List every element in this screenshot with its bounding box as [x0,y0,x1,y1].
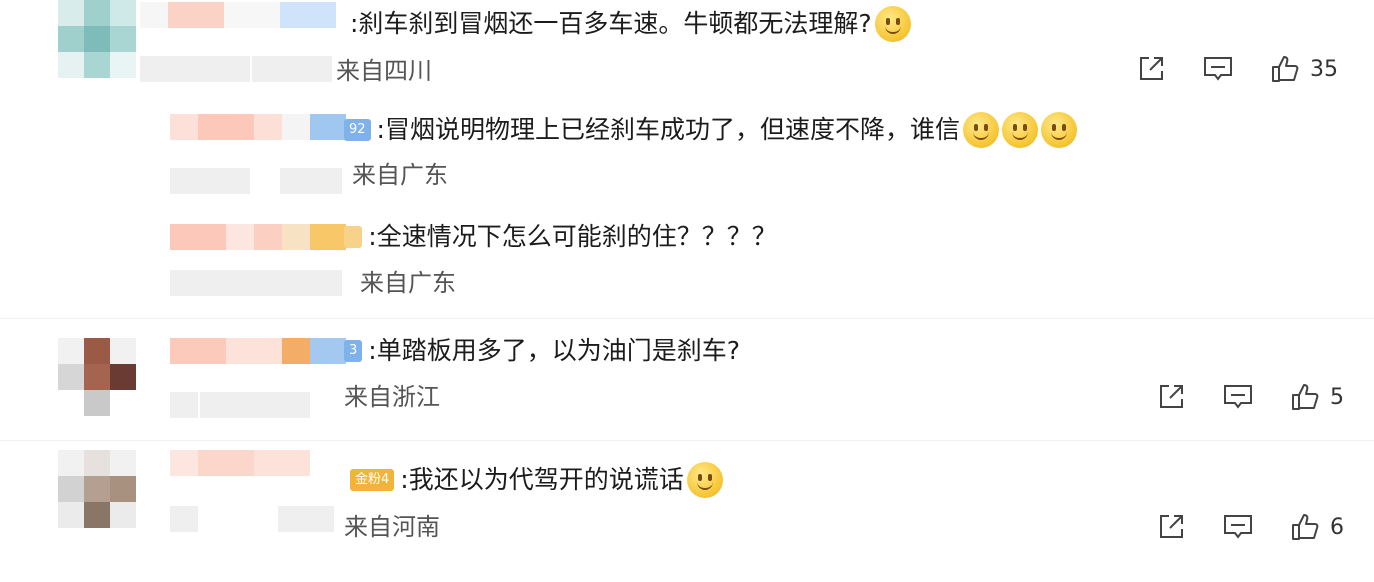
username[interactable] [170,450,310,476]
smile-emoji-icon [1040,112,1077,148]
avatar[interactable] [58,450,136,528]
comment-text: 2 :全速情况下怎么可能刹的住？？？？ [344,220,777,254]
comment-location: 来自广东 [360,269,456,297]
reply-button[interactable] [1222,382,1254,412]
comment-location: 来自河南 [344,513,440,541]
meta-blur [170,506,334,532]
meta-blur [170,392,310,418]
share-icon [1140,57,1163,80]
share-button[interactable] [1156,382,1186,412]
comment-location: 来自浙江 [344,383,440,411]
comment-text-body: :我还以为代驾开的说谎话 [400,465,684,494]
avatar[interactable] [58,338,136,416]
reply-button[interactable] [1202,54,1234,84]
comment-icon [1224,515,1252,539]
smile-emoji-icon [1001,112,1038,148]
meta-blur [170,168,342,194]
shush-emoji-icon [686,462,723,498]
like-button[interactable]: 5 [1290,382,1344,412]
smile-emoji-icon [962,112,999,148]
username[interactable] [140,2,336,28]
share-icon [1160,515,1183,538]
comment-actions: 5 [1120,382,1344,412]
like-count: 6 [1330,514,1344,540]
laughing-emoji-icon [874,6,911,42]
divider [0,440,1374,441]
username[interactable] [170,338,346,364]
comment-text: 92 :冒烟说明物理上已经刹车成功了，但速度不降，谁信 [344,112,1077,148]
comment-text-body: :单踏板用多了，以为油门是刹车? [368,336,740,365]
username[interactable] [170,114,346,140]
comment-actions: 35 [1100,54,1338,84]
username[interactable] [170,224,346,250]
comment-location: 来自四川 [336,57,432,85]
comment-text-body: :刹车刹到冒烟还一百多车速。牛顿都无法理解? [350,9,872,38]
comment-text-body: :冒烟说明物理上已经刹车成功了，但速度不降，谁信 [376,115,960,144]
gold-fan-badge: 金粉4 [350,469,395,491]
comment-text: :刹车刹到冒烟还一百多车速。牛顿都无法理解? [350,6,911,42]
reply-button[interactable] [1222,512,1254,542]
like-icon [1272,56,1299,82]
like-count: 5 [1330,384,1344,410]
meta-blur [140,56,332,82]
fan-badge: 92 [344,119,371,141]
like-icon [1292,384,1319,410]
comment-icon [1224,385,1252,409]
meta-blur [170,270,342,296]
comment-location: 来自广东 [352,161,448,189]
like-button[interactable]: 6 [1290,512,1344,542]
comment-text: 3 :单踏板用多了，以为油门是刹车? [344,334,740,368]
comment-text: 金粉4 :我还以为代驾开的说谎话 [350,462,723,498]
like-count: 35 [1310,56,1338,82]
fan-badge: 2 [344,226,363,248]
divider [0,318,1374,319]
share-icon [1160,385,1183,408]
like-icon [1292,514,1319,540]
comment-icon [1204,57,1232,81]
share-button[interactable] [1156,512,1186,542]
comment-text-body: :全速情况下怎么可能刹的住？？？？ [368,222,777,251]
avatar[interactable] [58,0,136,78]
like-button[interactable]: 35 [1270,54,1338,84]
fan-badge: 3 [344,340,363,362]
comment-actions: 6 [1120,512,1344,542]
share-button[interactable] [1136,54,1166,84]
